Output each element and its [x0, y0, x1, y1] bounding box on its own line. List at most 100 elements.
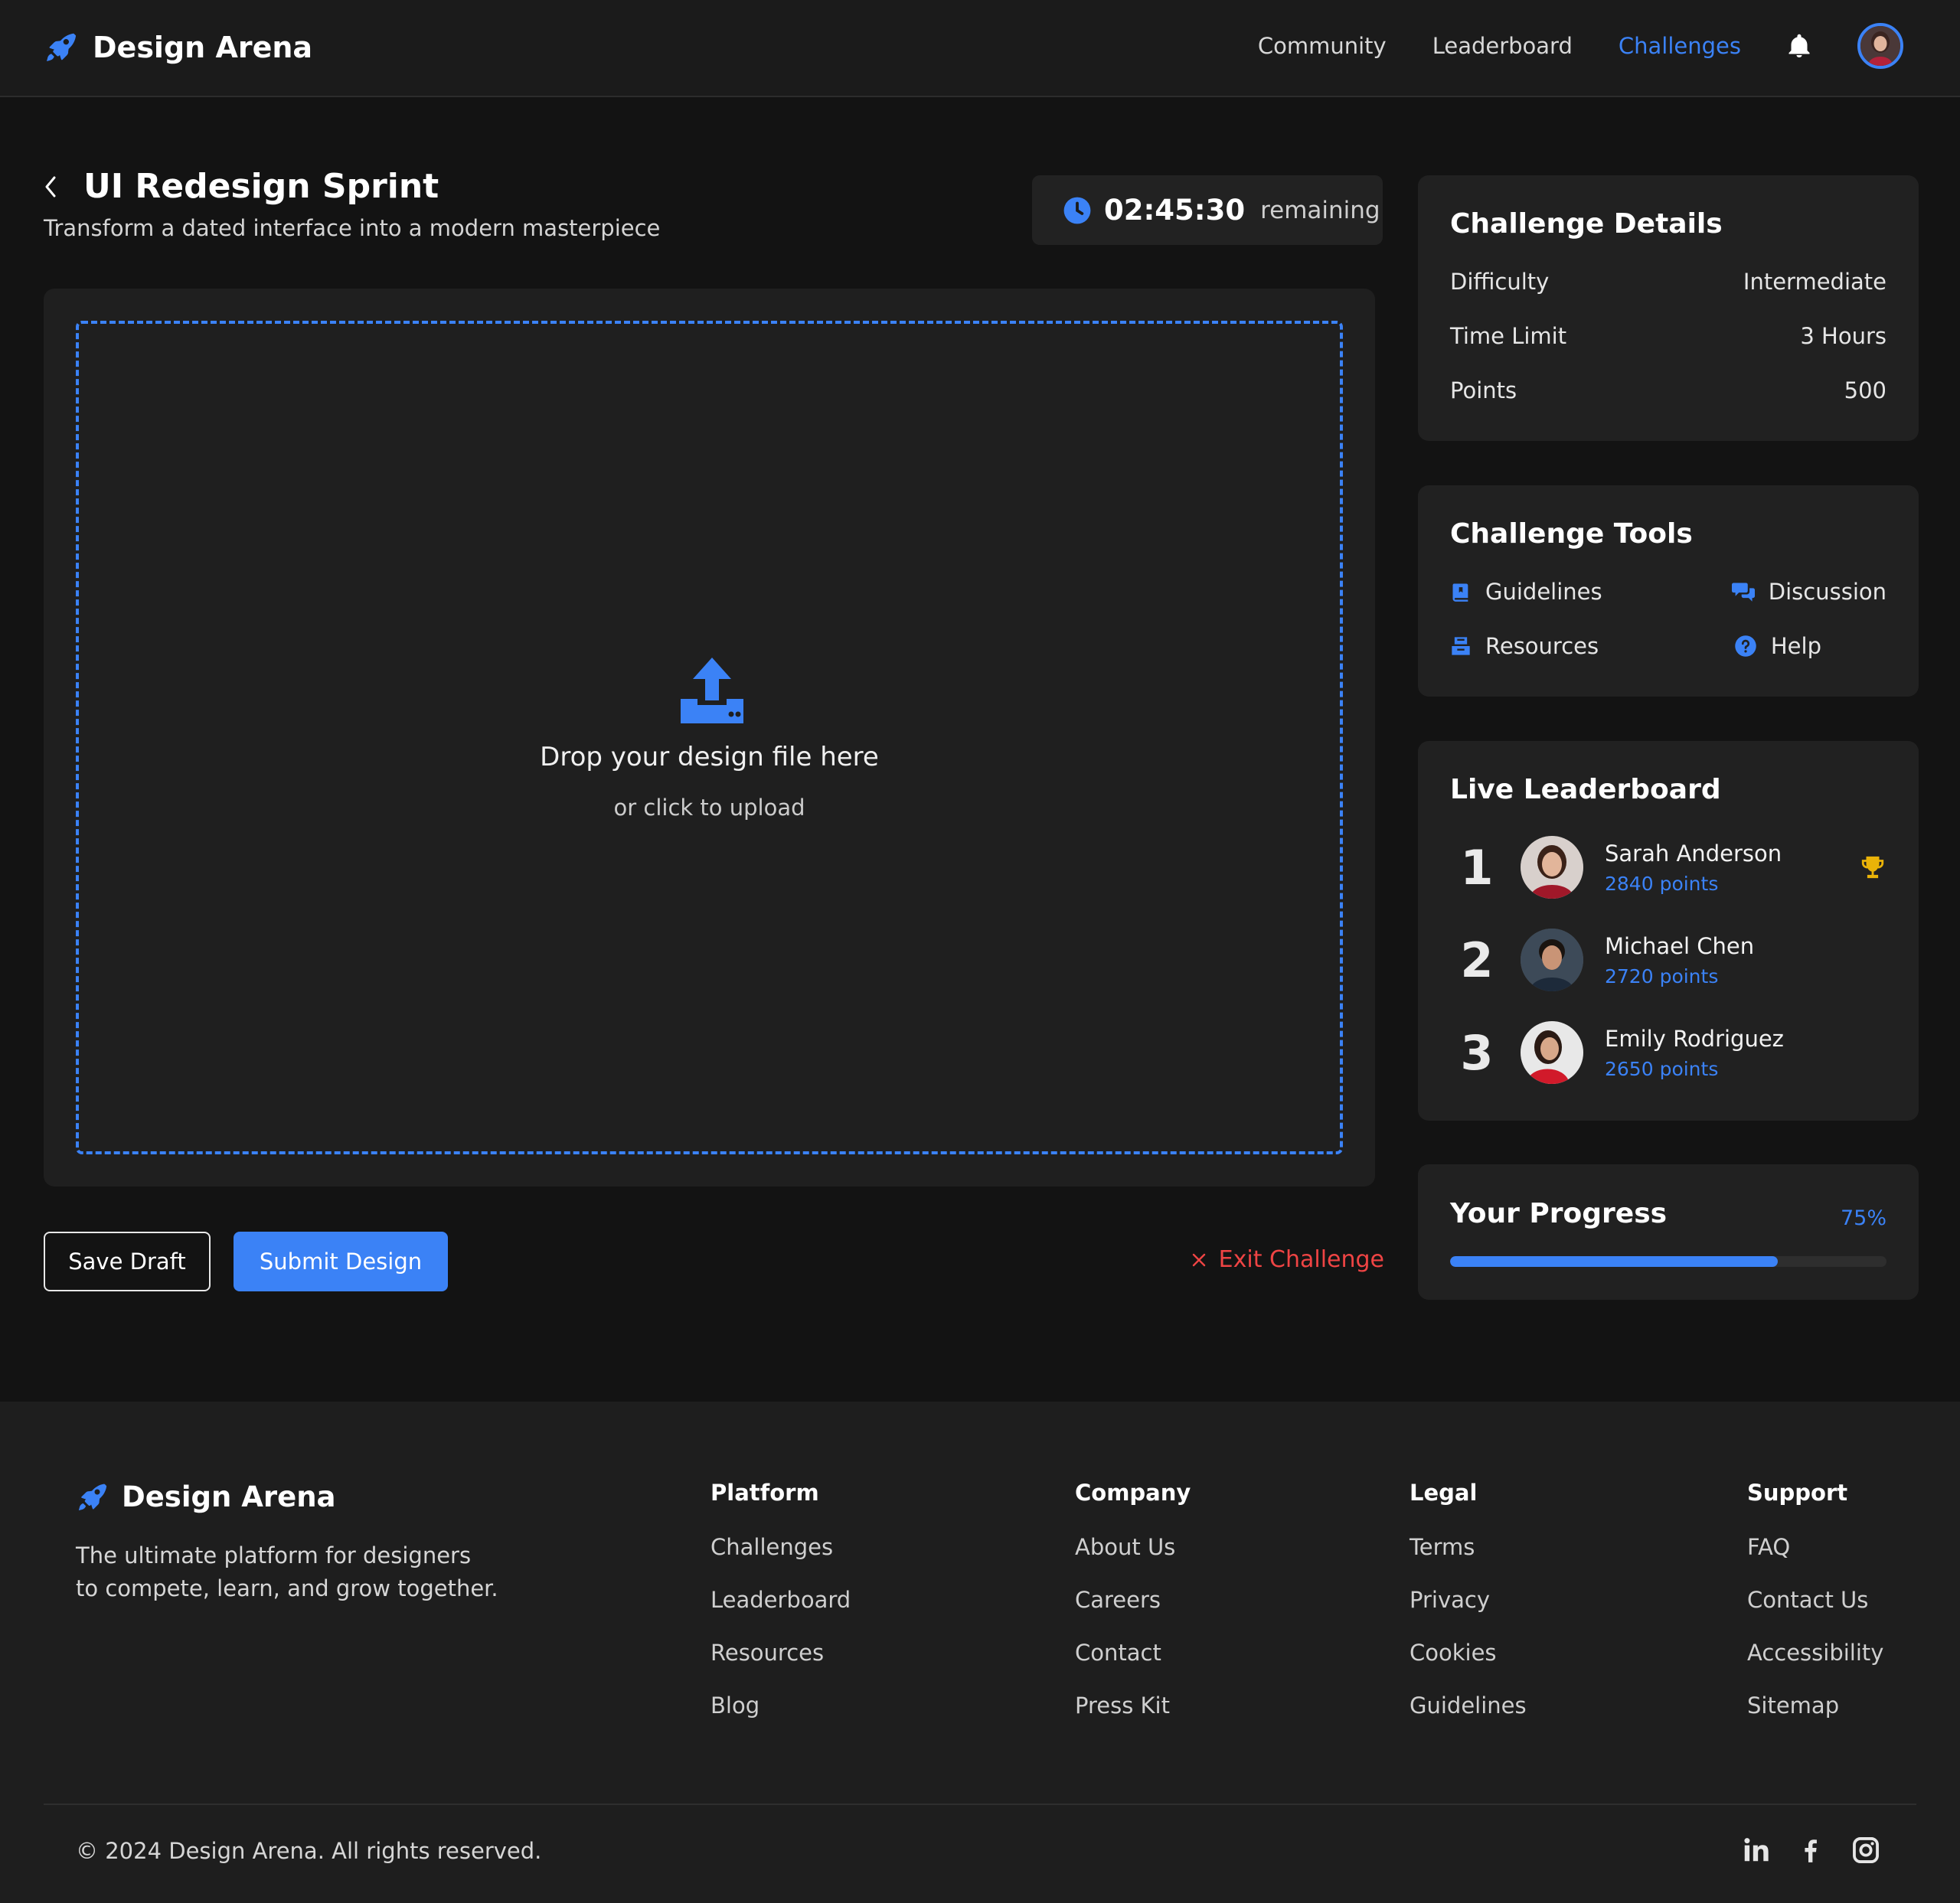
brand-name: Design Arena — [93, 31, 313, 64]
footer-link[interactable]: Challenges — [710, 1534, 851, 1560]
footer-link[interactable]: Sitemap — [1747, 1692, 1883, 1719]
facebook-icon[interactable] — [1796, 1836, 1825, 1865]
footer-column-title: Company — [1075, 1480, 1191, 1506]
rocket-icon — [44, 31, 77, 64]
tool-discussion[interactable]: Discussion — [1731, 579, 1886, 605]
footer-column-platform: Platform Challenges Leaderboard Resource… — [710, 1480, 851, 1745]
tool-label: Resources — [1485, 633, 1599, 659]
footer-tagline-line: The ultimate platform for designers — [76, 1542, 472, 1568]
footer-column-company: Company About Us Careers Contact Press K… — [1075, 1480, 1191, 1745]
footer-link[interactable]: Contact Us — [1747, 1587, 1883, 1613]
your-progress-title: Your Progress — [1450, 1198, 1668, 1229]
trophy-icon — [1859, 854, 1886, 880]
detail-label: Points — [1450, 377, 1517, 403]
social-links — [1741, 1836, 1880, 1865]
copyright-text: © 2024 Design Arena. All rights reserved… — [76, 1838, 542, 1864]
detail-value: 500 — [1844, 377, 1886, 403]
timer-value: 02:45:30 — [1104, 194, 1246, 227]
footer-link[interactable]: Accessibility — [1747, 1640, 1883, 1666]
leaderboard-row[interactable]: 1 Sarah Anderson 2840 points — [1450, 836, 1886, 899]
challenge-details-card: Challenge Details Difficulty Intermediat… — [1418, 175, 1919, 441]
footer-brand[interactable]: Design Arena — [76, 1480, 336, 1513]
question-icon — [1734, 635, 1771, 658]
progress-bar — [1450, 1256, 1886, 1267]
footer-link[interactable]: FAQ — [1747, 1534, 1883, 1560]
progress-percentage: 75% — [1840, 1206, 1886, 1230]
tool-label: Help — [1770, 633, 1821, 659]
leaderboard-info: Emily Rodriguez 2650 points — [1605, 1026, 1784, 1080]
detail-label: Difficulty — [1450, 269, 1550, 295]
book-icon — [1450, 581, 1485, 602]
leaderboard-avatar — [1521, 836, 1583, 899]
leaderboard-info: Sarah Anderson 2840 points — [1605, 841, 1782, 895]
footer-link[interactable]: Resources — [710, 1640, 851, 1666]
page-title: UI Redesign Sprint — [83, 167, 439, 206]
footer-link[interactable]: Guidelines — [1410, 1692, 1527, 1719]
leaderboard-avatar — [1521, 929, 1583, 991]
tool-guidelines[interactable]: Guidelines — [1450, 579, 1602, 605]
clock-icon — [1063, 196, 1092, 225]
countdown-timer: 02:45:30 remaining — [1032, 175, 1383, 245]
back-chevron-icon[interactable] — [44, 171, 65, 202]
timer-label: remaining — [1260, 196, 1380, 224]
user-avatar[interactable] — [1857, 23, 1903, 69]
leaderboard-row[interactable]: 3 Emily Rodriguez 2650 points — [1450, 1021, 1886, 1084]
live-leaderboard-card: Live Leaderboard 1 Sarah Anderson 2840 p… — [1418, 741, 1919, 1121]
footer-link[interactable]: Careers — [1075, 1587, 1191, 1613]
file-dropzone[interactable]: Drop your design file here or click to u… — [76, 321, 1343, 1154]
footer-link[interactable]: Leaderboard — [710, 1587, 851, 1613]
save-draft-button[interactable]: Save Draft — [44, 1232, 211, 1291]
main-nav: Community Leaderboard Challenges — [1212, 23, 1903, 69]
upload-icon — [678, 656, 746, 725]
exit-challenge-label: Exit Challenge — [1218, 1246, 1384, 1273]
nav-community[interactable]: Community — [1258, 33, 1387, 59]
detail-value: Intermediate — [1743, 269, 1886, 295]
footer-link[interactable]: Press Kit — [1075, 1692, 1191, 1719]
submit-design-button[interactable]: Submit Design — [234, 1232, 448, 1291]
chat-icon — [1731, 581, 1769, 602]
detail-value: 3 Hours — [1800, 323, 1886, 349]
tool-label: Discussion — [1768, 579, 1886, 605]
challenge-header: UI Redesign Sprint — [44, 167, 439, 206]
footer-column-title: Platform — [710, 1480, 819, 1506]
site-footer: Design Arena The ultimate platform for d… — [0, 1402, 1960, 1903]
instagram-icon[interactable] — [1851, 1836, 1880, 1865]
linkedin-icon[interactable] — [1741, 1836, 1770, 1865]
leaderboard-info: Michael Chen 2720 points — [1605, 933, 1754, 987]
footer-link[interactable]: About Us — [1075, 1534, 1191, 1560]
tool-label: Guidelines — [1485, 579, 1602, 605]
bell-icon[interactable] — [1785, 31, 1813, 60]
progress-bar-fill — [1450, 1256, 1778, 1267]
brand-logo-link[interactable]: Design Arena — [44, 31, 312, 64]
nav-challenges[interactable]: Challenges — [1619, 33, 1741, 59]
footer-column-support: Support FAQ Contact Us Accessibility Sit… — [1747, 1480, 1883, 1745]
footer-link[interactable]: Privacy — [1410, 1587, 1527, 1613]
exit-challenge-link[interactable]: Exit Challenge — [1191, 1246, 1384, 1273]
detail-row-difficulty: Difficulty Intermediate — [1450, 269, 1886, 295]
challenge-tools-title: Challenge Tools — [1450, 518, 1693, 550]
footer-column-legal: Legal Terms Privacy Cookies Guidelines — [1410, 1480, 1527, 1745]
leaderboard-points: 2650 points — [1605, 1057, 1719, 1080]
leaderboard-row[interactable]: 2 Michael Chen 2720 points — [1450, 929, 1886, 991]
footer-link[interactable]: Contact — [1075, 1640, 1191, 1666]
leaderboard-points: 2720 points — [1605, 965, 1719, 987]
nav-leaderboard[interactable]: Leaderboard — [1432, 33, 1573, 59]
footer-link[interactable]: Terms — [1410, 1534, 1527, 1560]
leaderboard-avatar — [1521, 1021, 1583, 1084]
tool-help[interactable]: Help — [1734, 633, 1886, 659]
top-navbar: Design Arena Community Leaderboard Chall… — [0, 0, 1960, 97]
footer-column-title: Support — [1747, 1480, 1848, 1506]
detail-row-points: Points 500 — [1450, 377, 1886, 403]
dropzone-subtitle: or click to upload — [613, 795, 805, 821]
leaderboard-rank: 3 — [1460, 1024, 1494, 1081]
challenge-tools-card: Challenge Tools Guidelines Discussion Re… — [1418, 485, 1919, 697]
footer-link[interactable]: Blog — [710, 1692, 851, 1719]
footer-link[interactable]: Cookies — [1410, 1640, 1527, 1666]
detail-label: Time Limit — [1450, 323, 1567, 349]
tool-resources[interactable]: Resources — [1450, 633, 1599, 659]
footer-brand-name: Design Arena — [122, 1480, 336, 1513]
leaderboard-name: Emily Rodriguez — [1605, 1025, 1784, 1052]
leaderboard-rank: 2 — [1460, 932, 1494, 988]
challenge-details-title: Challenge Details — [1450, 208, 1723, 240]
leaderboard-name: Sarah Anderson — [1605, 840, 1782, 867]
